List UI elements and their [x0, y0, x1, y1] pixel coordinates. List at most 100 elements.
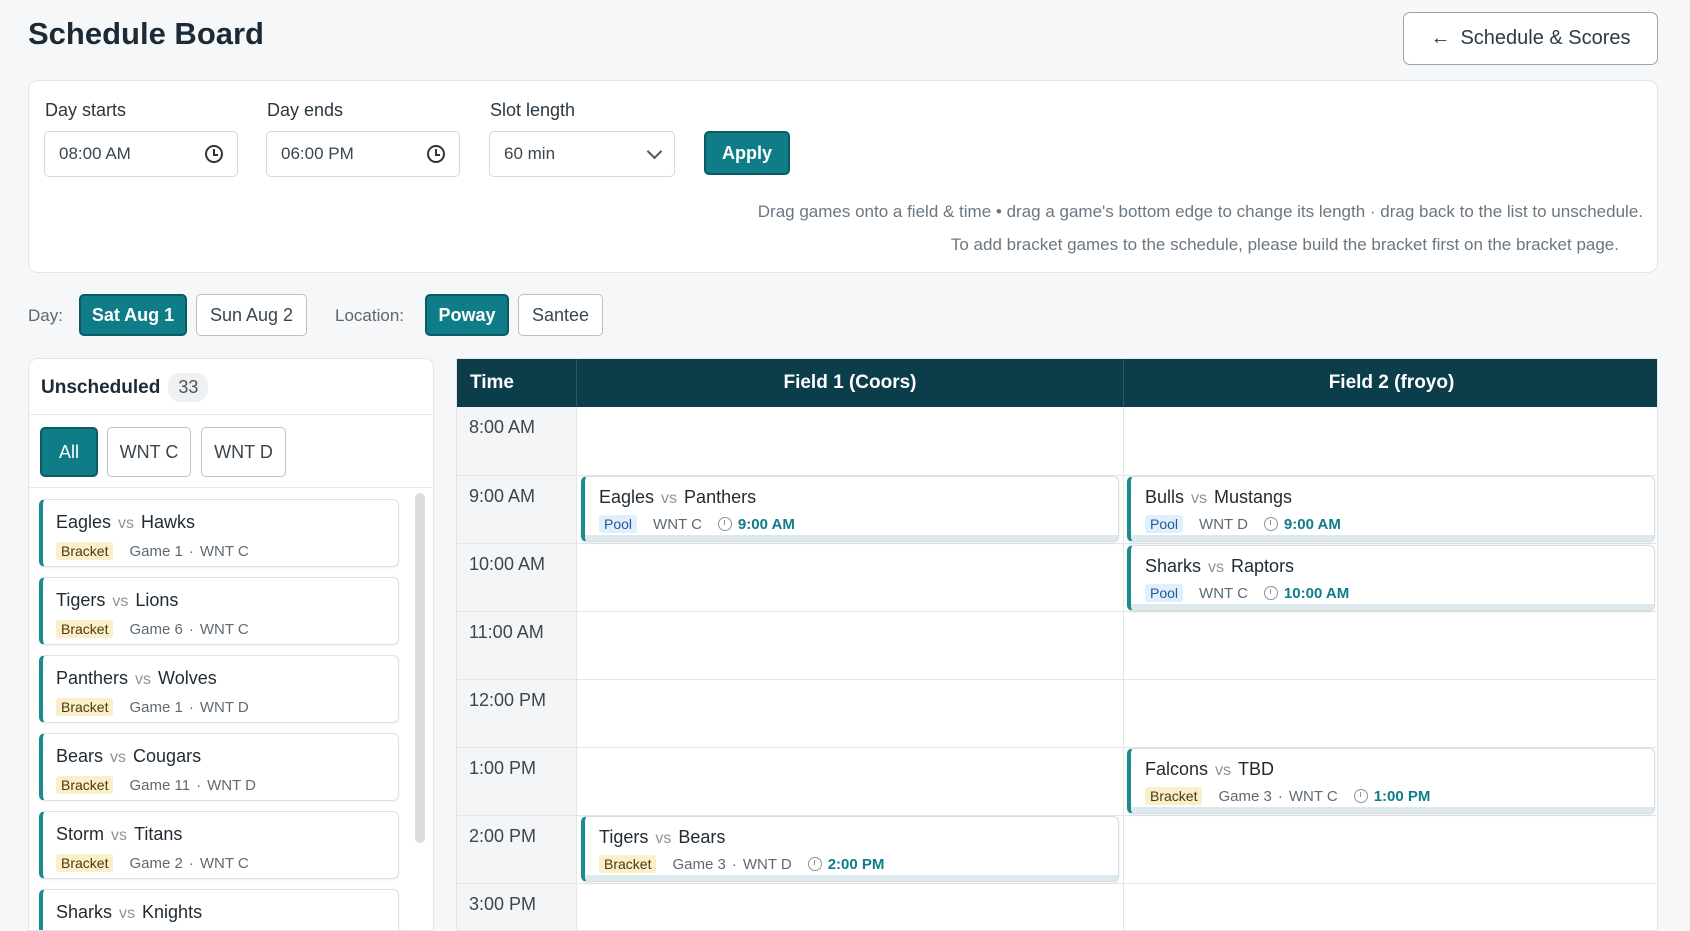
chevron-down-icon	[646, 143, 663, 159]
away-team: Lions	[135, 590, 179, 610]
unscheduled-panel: Unscheduled 33 All WNT C WNT D Eagles vs H…	[28, 358, 434, 931]
division: WNT C	[653, 515, 702, 533]
vs-label: vs	[112, 593, 129, 610]
division: WNT C	[199, 854, 249, 872]
time-column-header: Time	[470, 372, 515, 393]
game-number: Game 1	[129, 698, 183, 716]
scheduled-game-card[interactable]: Bulls vs Mustangs Pool WNT D 9:00 AM	[1127, 476, 1655, 542]
divider	[29, 414, 433, 415]
division: WNT C	[1199, 584, 1248, 602]
unscheduled-list: Eagles vs Hawks Bracket Game 1 · WNT C Tigers…	[39, 499, 399, 930]
home-team: Eagles	[56, 512, 112, 532]
dot-separator: ·	[188, 698, 194, 716]
away-team: TBD	[1238, 759, 1275, 779]
page-title: Schedule Board	[28, 16, 264, 51]
filter-tab-wnt-d[interactable]: WNT D	[201, 427, 286, 477]
slot-time: 9:00 AM	[469, 486, 536, 506]
game-number: Game 3	[1218, 787, 1272, 805]
vs-label: vs	[111, 827, 128, 844]
schedule-scores-button[interactable]: ← Schedule & Scores	[1403, 12, 1658, 65]
dot-separator: ·	[188, 854, 194, 872]
scheduled-game-card[interactable]: Sharks vs Raptors Pool WNT C 10:00 AM	[1127, 545, 1655, 611]
division: WNT C	[199, 620, 249, 638]
clock-icon	[1263, 517, 1278, 531]
day-chip-sun[interactable]: Sun Aug 2	[196, 294, 307, 336]
game-time: 1:00 PM	[1373, 787, 1431, 805]
division: WNT D	[199, 698, 249, 716]
scheduled-game-card[interactable]: Eagles vs Panthers Pool WNT C 9:00 AM	[581, 476, 1119, 542]
home-team: Bulls	[1145, 487, 1185, 507]
division: WNT D	[742, 855, 792, 873]
home-team: Eagles	[599, 487, 655, 507]
vs-label: vs	[135, 671, 152, 688]
unscheduled-game-card[interactable]: Tigers vs Lions Bracket Game 6 · WNT C	[39, 577, 399, 645]
field-1-header: Field 1 (Coors)	[783, 372, 917, 393]
slot-time: 1:00 PM	[469, 758, 537, 778]
unscheduled-game-card[interactable]: Storm vs Titans Bracket Game 2 · WNT C	[39, 811, 399, 879]
slot-time: 3:00 PM	[469, 894, 537, 914]
game-number: Game 11	[129, 776, 191, 794]
resize-handle[interactable]	[585, 535, 1118, 541]
home-team: Bears	[56, 746, 104, 766]
day-filter-label: Day:	[28, 306, 63, 325]
day-starts-value: 08:00 AM	[59, 144, 131, 163]
resize-handle[interactable]	[1131, 535, 1654, 541]
slot-length-label: Slot length	[490, 100, 576, 120]
clock-icon	[1263, 586, 1278, 600]
slot-time: 2:00 PM	[469, 826, 537, 846]
grid-header: Time Field 1 (Coors) Field 2 (froyo)	[457, 359, 1657, 407]
day-ends-value: 06:00 PM	[281, 144, 354, 163]
dot-separator: ·	[188, 620, 194, 638]
slot-length-select[interactable]: 60 min	[489, 131, 675, 177]
resize-handle[interactable]	[1131, 604, 1654, 610]
day-starts-label: Day starts	[45, 100, 127, 120]
time-slot-row[interactable]: 12:00 PM	[457, 679, 1657, 747]
filter-tab-wnt-c[interactable]: WNT C	[107, 427, 191, 477]
game-number: Game 2	[129, 854, 183, 872]
location-filter-label: Location:	[335, 306, 404, 325]
resize-handle[interactable]	[1131, 807, 1654, 813]
clock-icon	[205, 145, 223, 163]
day-ends-input[interactable]: 06:00 PM	[266, 131, 460, 177]
resize-handle[interactable]	[585, 875, 1118, 881]
day-starts-input[interactable]: 08:00 AM	[44, 131, 238, 177]
unscheduled-game-card[interactable]: Sharks vs Knights	[39, 889, 399, 930]
game-number: Game 6	[129, 620, 183, 638]
bracket-tag: Bracket	[56, 620, 114, 638]
day-chip-sat[interactable]: Sat Aug 1	[79, 294, 187, 336]
location-chip-santee[interactable]: Santee	[518, 294, 603, 336]
home-team: Tigers	[56, 590, 106, 610]
bracket-tag: Bracket	[56, 776, 114, 794]
home-team: Tigers	[599, 827, 649, 847]
apply-button[interactable]: Apply	[704, 131, 790, 175]
location-chip-poway[interactable]: Poway	[425, 294, 509, 336]
home-team: Panthers	[56, 668, 129, 688]
pool-tag: Pool	[1145, 515, 1184, 533]
away-team: Wolves	[158, 668, 217, 688]
divider	[1123, 407, 1124, 930]
scheduled-game-card[interactable]: Falcons vs TBD Bracket Game 3 · WNT C 1:00 PM	[1127, 748, 1655, 814]
slot-time: 11:00 AM	[469, 622, 544, 642]
away-team: Mustangs	[1214, 487, 1293, 507]
day-ends-label: Day ends	[267, 100, 344, 120]
scheduled-game-card[interactable]: Tigers vs Bears Bracket Game 3 · WNT D 2:00 PM	[581, 816, 1119, 882]
scrollbar[interactable]	[415, 493, 425, 843]
division: WNT C	[199, 542, 249, 560]
time-slot-row[interactable]: 3:00 PM	[457, 883, 1657, 930]
away-team: Knights	[142, 902, 203, 922]
pool-tag: Pool	[599, 515, 638, 533]
dot-separator: ·	[196, 776, 202, 794]
unscheduled-game-card[interactable]: Bears vs Cougars Bracket Game 11 · WNT D	[39, 733, 399, 801]
slot-time: 8:00 AM	[469, 417, 536, 437]
unscheduled-count-badge: 33	[168, 373, 209, 402]
bracket-tag: Bracket	[56, 698, 114, 716]
vs-label: vs	[110, 749, 127, 766]
home-team: Sharks	[56, 902, 113, 922]
time-slot-row[interactable]: 11:00 AM	[457, 611, 1657, 679]
unscheduled-game-card[interactable]: Eagles vs Hawks Bracket Game 1 · WNT C	[39, 499, 399, 567]
filter-tab-all[interactable]: All	[40, 427, 98, 477]
unscheduled-game-card[interactable]: Panthers vs Wolves Bracket Game 1 · WNT D	[39, 655, 399, 723]
time-slot-row[interactable]: 8:00 AM	[457, 407, 1657, 475]
settings-panel: Day starts 08:00 AM Day ends 06:00 PM Sl…	[28, 80, 1658, 273]
slot-time: 12:00 PM	[469, 690, 547, 710]
